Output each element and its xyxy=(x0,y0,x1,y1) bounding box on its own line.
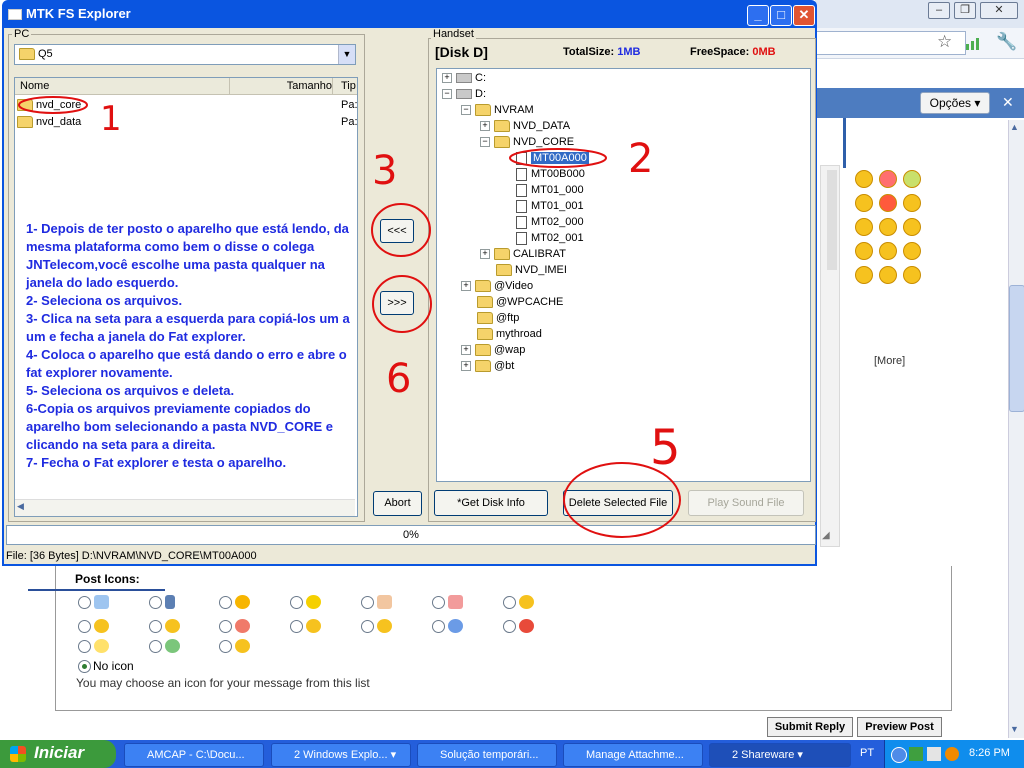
taskbar-item-label: 2 Shareware xyxy=(732,749,795,761)
taskbar-item-label: Manage Attachme... xyxy=(586,749,684,761)
taskbar-item-chrome-manage[interactable]: Manage Attachme... xyxy=(563,743,703,767)
taskbar-item-label: Solução temporári... xyxy=(440,749,539,761)
taskbar-item-label: 2 Windows Explo... xyxy=(294,749,388,761)
annotation-circle-left-arrow xyxy=(371,203,431,257)
taskbar-item-chrome-solucao[interactable]: Solução temporári... xyxy=(417,743,557,767)
annotation-number-3: 3 xyxy=(372,148,397,194)
network-icon[interactable] xyxy=(909,747,923,761)
start-button[interactable]: Iniciar xyxy=(0,740,116,768)
clock: 8:26 PM xyxy=(969,747,1010,759)
windows-logo-icon xyxy=(10,746,26,762)
system-tray: 8:26 PM xyxy=(884,740,1024,768)
taskbar-item-shareware[interactable]: 2 Shareware ▾ xyxy=(709,743,851,767)
start-label: Iniciar xyxy=(34,743,85,762)
back-arrow-icon[interactable] xyxy=(891,747,907,763)
annotation-number-5: 5 xyxy=(650,420,681,476)
annotation-circle-nvd-core xyxy=(18,96,88,114)
annotation-number-1: 1 xyxy=(100,99,122,139)
volume-icon[interactable] xyxy=(927,747,941,761)
language-indicator[interactable]: PT xyxy=(860,747,874,759)
annotation-number-6: 6 xyxy=(386,356,411,402)
annotation-circle-right-arrow xyxy=(372,275,432,333)
annotation-circle-mt00a000 xyxy=(509,148,607,168)
taskbar-item-amcap[interactable]: AMCAP - C:\Docu... xyxy=(124,743,264,767)
taskbar-item-label: AMCAP - C:\Docu... xyxy=(147,749,245,761)
annotation-layer: 1 2 3 5 6 xyxy=(18,96,681,538)
annotation-number-2: 2 xyxy=(628,136,653,182)
taskbar-item-explorer[interactable]: 2 Windows Explo... ▾ xyxy=(271,743,411,767)
tray-app-icon[interactable] xyxy=(945,747,959,761)
